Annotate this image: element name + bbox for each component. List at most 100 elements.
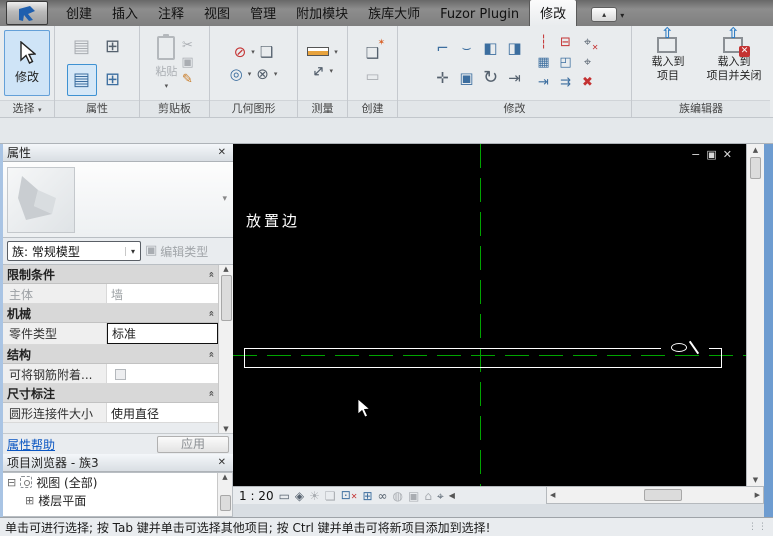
section-collapse-icon[interactable]: «: [205, 271, 216, 277]
sun-path-icon[interactable]: ☀: [309, 489, 320, 503]
scroll-thumb[interactable]: [220, 495, 231, 511]
pin-icon[interactable]: ⌖: [584, 56, 591, 70]
copy-element-icon[interactable]: ▣: [459, 70, 473, 86]
connector-size-value[interactable]: 使用直径: [107, 403, 218, 422]
create-group-button[interactable]: ❑ ✶: [366, 43, 379, 62]
project-browser-header[interactable]: 项目浏览器 - 族3 ✕: [3, 454, 233, 472]
scroll-up-icon[interactable]: ▲: [222, 473, 227, 481]
scroll-down-icon[interactable]: ▼: [223, 425, 228, 433]
preview-dropdown-icon[interactable]: ▾: [222, 194, 227, 204]
scroll-left-icon[interactable]: ◀: [550, 491, 555, 499]
load-into-project-close-button[interactable]: ⇧ ✕ 载入到 项目并关闭: [703, 29, 765, 97]
family-parameters-button[interactable]: ⊞: [98, 64, 128, 96]
analytical-model-icon[interactable]: ⌂: [424, 489, 432, 503]
properties-close-icon[interactable]: ✕: [215, 147, 229, 158]
properties-scrollbar[interactable]: ▲ ▼: [218, 265, 233, 433]
scroll-thumb[interactable]: [750, 157, 761, 179]
canvas-horizontal-scrollbar[interactable]: ◀ ▶: [546, 486, 764, 504]
join-geometry-icon[interactable]: ◎: [230, 66, 243, 82]
split-element-icon[interactable]: ┆: [540, 36, 548, 50]
properties-palette-header[interactable]: 属性 ✕: [3, 144, 233, 162]
scroll-up-icon[interactable]: ▲: [223, 265, 228, 273]
canvas-vertical-scrollbar[interactable]: ▲ ▼: [746, 144, 764, 486]
type-selector-combo[interactable]: 族: 常规模型 ▾: [7, 241, 141, 261]
measure-ruler-icon[interactable]: [307, 47, 329, 56]
trim-extend-multiple-icon[interactable]: ⇉: [560, 76, 571, 90]
temporary-hide-isolate-icon[interactable]: ∞: [378, 489, 388, 503]
worksharing-display-icon[interactable]: ▣: [408, 489, 419, 503]
measure-between-icon[interactable]: ↔: [308, 61, 328, 81]
type-preview[interactable]: ▾: [3, 162, 233, 238]
align-icon[interactable]: ⌐: [436, 40, 449, 56]
section-dimensions[interactable]: 尺寸标注 «: [3, 384, 218, 403]
section-mechanical[interactable]: 机械 «: [3, 304, 218, 323]
tab-create[interactable]: 创建: [56, 0, 102, 26]
edit-type-button[interactable]: ▣ 编辑类型: [145, 243, 208, 260]
application-menu-button[interactable]: [6, 1, 48, 25]
section-structural[interactable]: 结构 «: [3, 345, 218, 364]
cut-geometry-icon[interactable]: ⊘: [234, 44, 247, 60]
tree-item-views[interactable]: ⊟ 视图 (全部): [3, 473, 232, 491]
mirror-draw-axis-icon[interactable]: ◨: [507, 40, 521, 56]
tab-family-library[interactable]: 族库大师: [358, 0, 430, 26]
load-into-project-button[interactable]: ⇧ 载入到 项目: [637, 29, 699, 97]
copy-icon[interactable]: ▣: [181, 56, 193, 70]
scale-icon[interactable]: ◰: [559, 56, 571, 70]
tab-addins[interactable]: 附加模块: [286, 0, 358, 26]
measure-dropdown-icon[interactable]: ▾: [334, 48, 338, 56]
scroll-up-icon[interactable]: ▲: [753, 146, 758, 154]
viewbar-left-arrow-icon[interactable]: ◀: [449, 489, 455, 503]
properties-help-link[interactable]: 属性帮助: [7, 436, 55, 453]
view-minimize-icon[interactable]: −: [691, 148, 700, 161]
crop-view-icon[interactable]: ⊡✕: [341, 488, 358, 504]
modify-tool-button[interactable]: 修改: [4, 30, 50, 96]
tab-view[interactable]: 视图: [194, 0, 240, 26]
part-type-value[interactable]: 标准: [107, 323, 218, 344]
array-icon[interactable]: ▦: [537, 56, 549, 70]
section-collapse-icon[interactable]: «: [205, 390, 216, 396]
detail-level-icon[interactable]: ▭: [279, 489, 290, 503]
wall-host-outline[interactable]: [244, 348, 722, 368]
view-restore-icon[interactable]: ▣: [706, 148, 716, 161]
move-icon[interactable]: ✛: [436, 70, 449, 86]
rebar-checkbox[interactable]: [115, 369, 126, 380]
reveal-hidden-elements-icon[interactable]: ◍: [393, 489, 403, 503]
ribbon-collapse-dropdown-icon[interactable]: ▾: [620, 11, 624, 20]
connect-dropdown-icon[interactable]: ▾: [274, 70, 278, 78]
delete-icon[interactable]: ✖: [582, 76, 593, 90]
reveal-constraints-icon[interactable]: ⌖: [437, 489, 444, 503]
tree-collapse-icon[interactable]: ⊟: [7, 476, 16, 489]
cut-geometry-dropdown-icon[interactable]: ▾: [251, 48, 255, 56]
drawing-canvas[interactable]: 放置边 − ▣ ✕: [233, 144, 746, 486]
view-close-icon[interactable]: ✕: [723, 148, 732, 161]
scroll-thumb[interactable]: [221, 275, 232, 321]
paste-button[interactable]: 粘贴 ▾: [155, 36, 177, 90]
split-with-gap-icon[interactable]: ⊟: [560, 36, 571, 50]
tab-insert[interactable]: 插入: [102, 0, 148, 26]
offset-icon[interactable]: ⌣: [462, 40, 472, 56]
ribbon-collapse-button[interactable]: ▴: [591, 7, 617, 22]
family-types-button[interactable]: ⊞: [98, 31, 128, 63]
resize-grip-icon[interactable]: ⋮⋮: [748, 522, 768, 532]
join-dropdown-icon[interactable]: ▾: [248, 70, 252, 78]
measure-between-dropdown-icon[interactable]: ▾: [330, 67, 334, 75]
section-collapse-icon[interactable]: «: [205, 310, 216, 316]
unpin-icon[interactable]: ⌖: [584, 36, 591, 50]
apply-button[interactable]: 应用: [157, 436, 229, 453]
family-category-button[interactable]: ▤: [67, 31, 97, 63]
rotate-icon[interactable]: ↻: [483, 68, 498, 88]
visual-style-icon[interactable]: ◈: [295, 489, 304, 503]
crop-region-visibility-icon[interactable]: ⊞: [362, 489, 372, 503]
section-collapse-icon[interactable]: «: [205, 351, 216, 357]
connect-icon[interactable]: ⊗: [256, 66, 269, 82]
properties-button[interactable]: ▤: [67, 64, 97, 96]
tree-expand-icon[interactable]: ⊞: [25, 494, 34, 507]
tab-manage[interactable]: 管理: [240, 0, 286, 26]
browser-scrollbar[interactable]: ▲: [217, 473, 232, 516]
trim-extend-single-icon[interactable]: ⇥: [538, 76, 549, 90]
create-similar-icon[interactable]: ▭: [365, 68, 379, 84]
view-scale[interactable]: 1 : 20: [239, 489, 274, 503]
project-browser-close-icon[interactable]: ✕: [215, 457, 229, 468]
scroll-down-icon[interactable]: ▼: [753, 476, 758, 484]
tree-item-floor-plans[interactable]: ⊞ 楼层平面: [3, 491, 232, 509]
